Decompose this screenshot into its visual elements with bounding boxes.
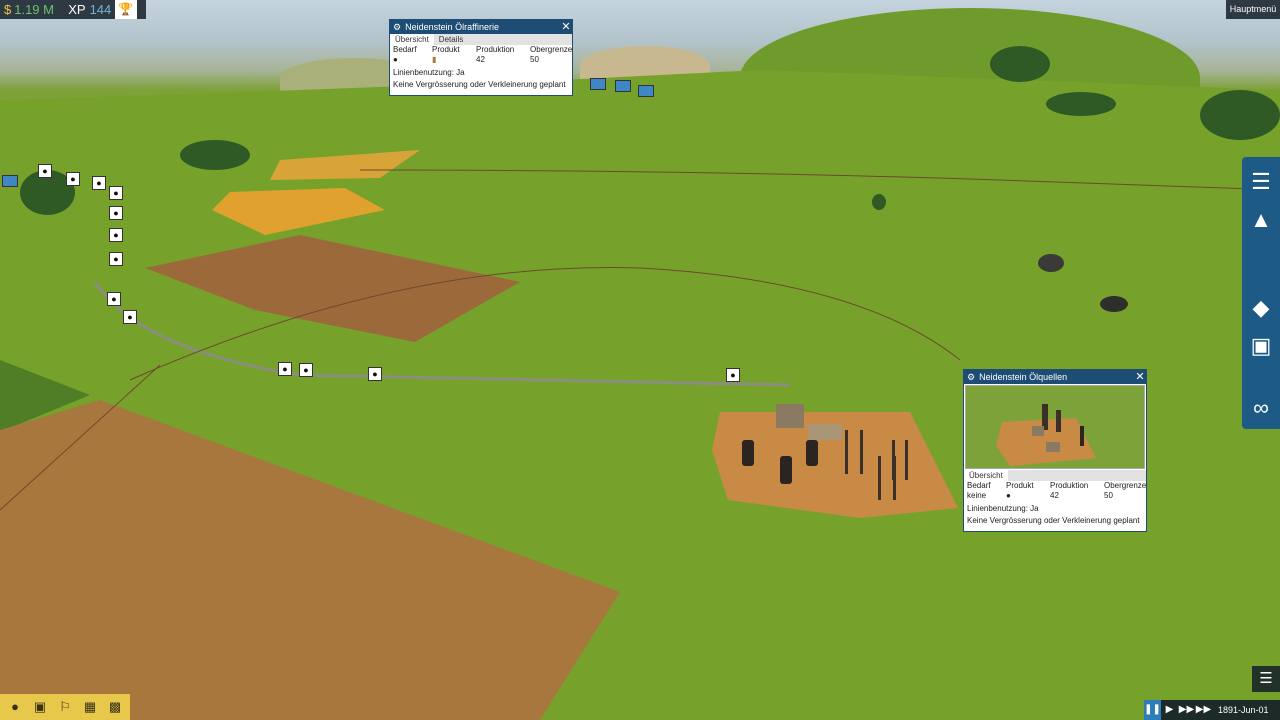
production-table: Bedarf Produkt Produktion Obergrenze ● ▮… xyxy=(390,45,572,65)
tree xyxy=(990,46,1050,82)
oil-cargo-marker: ● xyxy=(92,176,106,190)
oil-drop-icon: ● xyxy=(1006,491,1011,500)
rail-icon[interactable]: ☰ xyxy=(1242,163,1280,201)
oil-cargo-marker: ● xyxy=(109,206,123,220)
oil-cargo-marker: ● xyxy=(299,363,313,377)
col-header: Produktion xyxy=(1050,481,1089,490)
fast-forward-icon[interactable]: ▶▶ xyxy=(1178,700,1195,720)
play-icon[interactable]: ▶ xyxy=(1161,700,1178,720)
oil-derrick[interactable] xyxy=(845,430,863,474)
industries-icon[interactable]: ▩ xyxy=(105,700,125,714)
oil-cargo-marker: ● xyxy=(123,310,137,324)
oil-pumpjack[interactable] xyxy=(742,440,754,466)
oil-cargo-marker: ● xyxy=(66,172,80,186)
xp-label: XP xyxy=(68,2,86,17)
oil-storage-building[interactable] xyxy=(808,424,842,440)
pause-icon[interactable]: ❚❚ xyxy=(1144,700,1161,720)
line-usage: Linienbenutzung: Ja xyxy=(967,504,1039,513)
fastest-forward-icon[interactable]: ▶▶ xyxy=(1195,700,1212,720)
oil-cargo-marker: ● xyxy=(109,252,123,266)
money-value[interactable]: 1.19 M xyxy=(14,2,64,17)
oil-derrick[interactable] xyxy=(892,440,908,480)
gear-icon[interactable]: ⚙ xyxy=(967,370,975,384)
production-value: 42 xyxy=(476,55,485,64)
tab-bar: Übersicht Details xyxy=(390,34,572,45)
trophy-icon[interactable]: 🏆 xyxy=(114,0,137,19)
oil-cargo-marker: ● xyxy=(368,367,382,381)
vehicle-depot-icon[interactable]: ▣ xyxy=(1242,327,1280,365)
panel-header[interactable]: ⚙ Neidenstein Ölquellen ✕ xyxy=(964,370,1146,384)
oil-pumpjack[interactable] xyxy=(806,440,818,466)
oil-cargo-marker: ● xyxy=(38,164,52,178)
money-icon[interactable]: ● xyxy=(5,700,25,714)
tree xyxy=(1046,92,1116,116)
oil-cargo-marker: ● xyxy=(109,186,123,200)
xp-value: 144 xyxy=(89,2,112,17)
tab-overview[interactable]: Übersicht xyxy=(964,470,1008,481)
expansion-plan: Keine Vergrösserung oder Verkleinerung g… xyxy=(393,80,566,89)
main-menu-button[interactable]: Hauptmenü xyxy=(1226,0,1280,19)
col-header: Bedarf xyxy=(393,45,417,54)
col-header: Obergrenze xyxy=(530,45,573,54)
oil-storage-building[interactable] xyxy=(776,404,804,428)
oil-cargo-marker: ● xyxy=(278,362,292,376)
tree xyxy=(872,194,886,210)
oil-pumpjack[interactable] xyxy=(780,456,792,484)
station-marker[interactable] xyxy=(615,80,631,92)
line-usage: Linienbenutzung: Ja xyxy=(393,68,465,77)
station-marker[interactable] xyxy=(638,85,654,97)
layers-icon[interactable]: ☰ xyxy=(1252,666,1280,692)
gear-icon[interactable]: ⚙ xyxy=(393,20,401,34)
station-marker[interactable] xyxy=(2,175,18,187)
status-bar: $ 1.19 M XP 144 🏆 xyxy=(0,0,146,19)
panel-title: Neidenstein Ölraffinerie xyxy=(405,22,499,32)
terrain-icon[interactable]: ◆ xyxy=(1242,289,1280,327)
col-header: Produktion xyxy=(476,45,515,54)
oil-cargo-marker: ● xyxy=(726,368,740,382)
col-header: Bedarf xyxy=(967,481,991,490)
oil-drop-icon: ● xyxy=(393,55,398,64)
col-header: Produkt xyxy=(1006,481,1034,490)
vehicles-icon[interactable]: ▣ xyxy=(30,700,50,714)
tab-details[interactable]: Details xyxy=(434,34,468,45)
game-world[interactable]: ● ● ● ● ● ● ● ● ● ● ● ● ● xyxy=(0,0,1280,720)
station-marker[interactable] xyxy=(590,78,606,90)
rock xyxy=(1038,254,1064,272)
production-table: Bedarf Produkt Produktion Obergrenze kei… xyxy=(964,481,1146,501)
oil-cargo-marker: ● xyxy=(109,228,123,242)
line-manager-icon[interactable]: ∞ xyxy=(1242,389,1280,427)
towns-icon[interactable]: ▦ xyxy=(80,700,100,714)
expansion-plan: Keine Vergrösserung oder Verkleinerung g… xyxy=(967,516,1140,525)
close-icon[interactable]: ✕ xyxy=(1134,370,1146,384)
panel-title: Neidenstein Ölquellen xyxy=(979,372,1068,382)
col-header: Produkt xyxy=(432,45,460,54)
management-bar: ● ▣ ⚐ ▦ ▩ xyxy=(0,694,130,720)
tab-overview[interactable]: Übersicht xyxy=(390,34,434,45)
col-header: Obergrenze xyxy=(1104,481,1147,490)
oil-cargo-marker: ● xyxy=(107,292,121,306)
fuel-barrel-icon: ▮ xyxy=(432,55,437,64)
time-controls: ❚❚ ▶ ▶▶ ▶▶ 1891-Jun-01 xyxy=(1144,700,1280,720)
production-value: 42 xyxy=(1050,491,1059,500)
industry-preview-image[interactable] xyxy=(965,385,1145,469)
tree xyxy=(180,140,250,170)
construction-toolbar: ☰ ▲ ◆ ▣ ∞ xyxy=(1242,157,1280,429)
limit-value: 50 xyxy=(530,55,539,64)
currency-icon: $ xyxy=(4,2,12,17)
demand-value: keine xyxy=(967,491,987,500)
road-icon[interactable]: ▲ xyxy=(1242,201,1280,239)
rock xyxy=(1100,296,1128,312)
panel-header[interactable]: ⚙ Neidenstein Ölraffinerie ✕ xyxy=(390,20,572,34)
stations-icon[interactable]: ⚐ xyxy=(55,700,75,714)
tree xyxy=(1200,90,1280,140)
close-icon[interactable]: ✕ xyxy=(560,20,572,34)
tab-bar: Übersicht xyxy=(964,470,1146,481)
game-date: 1891-Jun-01 xyxy=(1218,705,1269,715)
oilwell-info-panel: ⚙ Neidenstein Ölquellen ✕ Übersicht Beda… xyxy=(963,369,1147,532)
refinery-info-panel: ⚙ Neidenstein Ölraffinerie ✕ Übersicht D… xyxy=(389,19,573,96)
limit-value: 50 xyxy=(1104,491,1113,500)
